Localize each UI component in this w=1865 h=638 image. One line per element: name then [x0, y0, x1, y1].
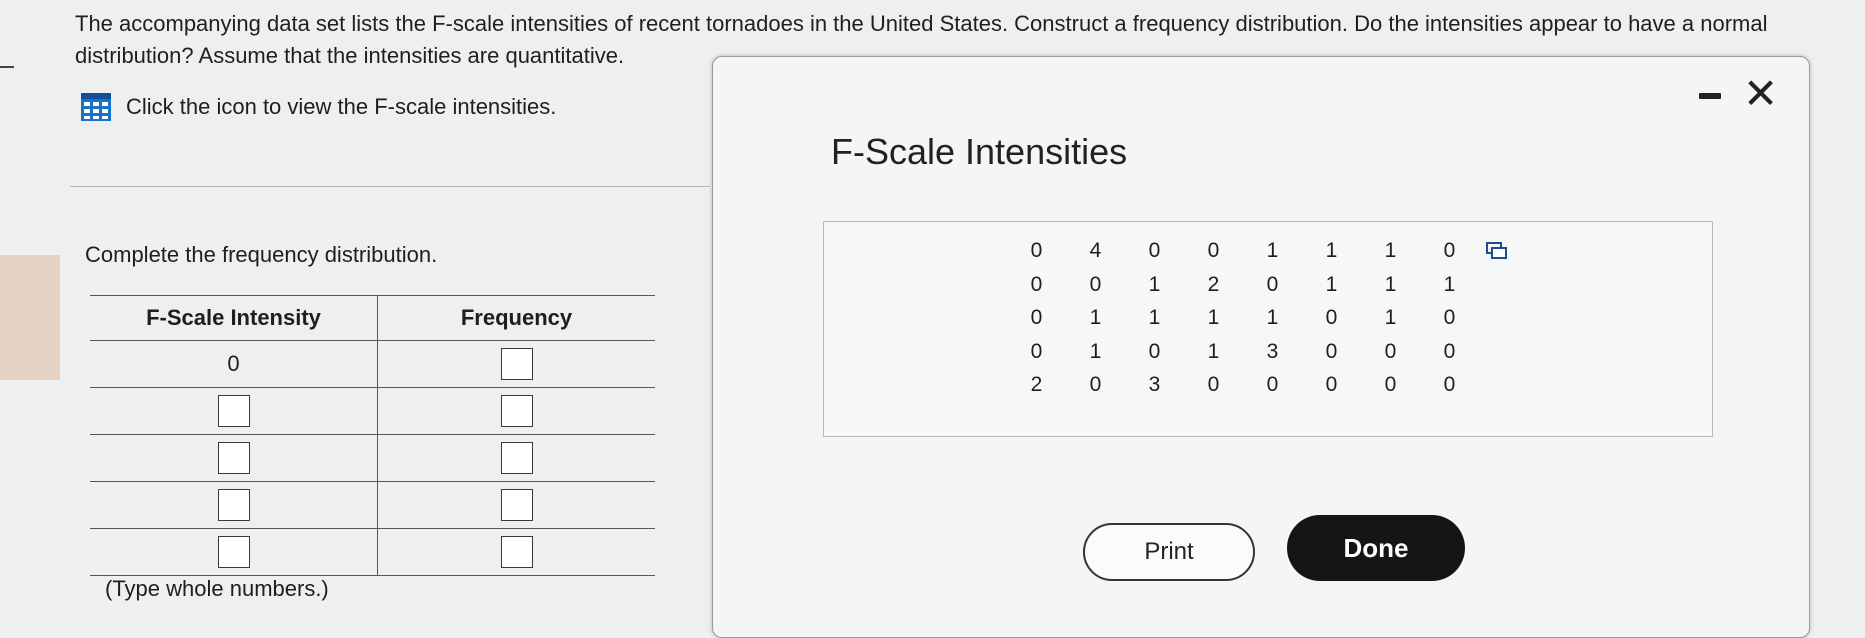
data-cell: 1: [1384, 306, 1397, 329]
data-cell: 1: [1089, 306, 1102, 329]
table-row: 0: [90, 340, 655, 388]
close-icon[interactable]: ✕: [1743, 71, 1778, 117]
input-hint: (Type whole numbers.): [105, 576, 329, 601]
data-cell: 1: [1089, 339, 1102, 363]
data-cell: 0: [1089, 272, 1102, 296]
intensity-input[interactable]: [217, 442, 250, 474]
data-grid: 0 4 0 0 1 1 1 0 0 0 1 2 0 1 1 1 0 1 1 1 1 0 1 0 0 1 0 1 3 0 0 0 2 0 3 0 0 0 0 0: [1007, 239, 1479, 407]
intensity-input[interactable]: [217, 536, 250, 568]
header-intensity: F-Scale Intensity: [90, 295, 378, 341]
data-cell: 0: [1384, 339, 1397, 363]
data-cell: 0: [1266, 272, 1279, 296]
data-cell: 2: [1207, 272, 1220, 296]
data-cell: 1: [1384, 272, 1397, 296]
data-cell: 0: [1384, 373, 1397, 396]
complete-prompt: Complete the frequency distribution.: [85, 242, 438, 267]
data-cell: 0: [1148, 339, 1161, 363]
table-row: [90, 528, 655, 576]
intensity-value: 0: [90, 340, 378, 388]
data-cell: 0: [1443, 339, 1456, 363]
section-divider: [70, 186, 710, 187]
data-cell: 0: [1089, 373, 1102, 396]
frequency-input[interactable]: [500, 395, 533, 427]
data-cell: 1: [1384, 239, 1397, 262]
data-cell: 0: [1443, 373, 1456, 396]
data-link-row[interactable]: Click the icon to view the F-scale inten…: [80, 92, 556, 122]
grid-table-icon[interactable]: [80, 92, 112, 122]
header-frequency: Frequency: [377, 295, 655, 341]
data-cell: 3: [1266, 339, 1279, 363]
data-cell: 0: [1030, 272, 1043, 296]
left-edge-rule: [0, 66, 14, 68]
frequency-input[interactable]: [500, 536, 533, 568]
modal-title: F-Scale Intensities: [831, 131, 1128, 172]
data-cell: 0: [1030, 339, 1043, 363]
intensity-input[interactable]: [217, 489, 250, 521]
data-cell: 0: [1030, 306, 1043, 329]
done-button[interactable]: Done: [1287, 515, 1465, 581]
frequency-input[interactable]: [500, 489, 533, 521]
frequency-table: F-Scale Intensity Frequency 0: [90, 295, 655, 576]
data-cell: 2: [1030, 373, 1043, 396]
data-cell: 0: [1148, 239, 1161, 262]
data-cell: 0: [1443, 306, 1456, 329]
data-cell: 0: [1325, 339, 1338, 363]
data-link-label: Click the icon to view the F-scale inten…: [126, 94, 557, 119]
data-cell: 1: [1443, 272, 1456, 296]
data-modal: ✕ F-Scale Intensities 0 4 0 0 1 1 1 0 0 0 1 2 0 1 1 1 0 1…: [712, 56, 1810, 638]
data-cell: 0: [1207, 373, 1220, 396]
data-cell: 1: [1207, 339, 1220, 363]
data-cell: 0: [1030, 239, 1043, 262]
table-row: [90, 434, 655, 482]
data-cell: 1: [1266, 239, 1279, 262]
data-cell: 1: [1325, 239, 1338, 262]
table-row: [90, 481, 655, 529]
data-cell: 0: [1266, 373, 1279, 396]
table-row: [90, 387, 655, 435]
data-cell: 0: [1443, 239, 1456, 262]
frequency-input[interactable]: [500, 348, 533, 380]
data-cell: 3: [1148, 373, 1161, 396]
data-cell: 1: [1148, 306, 1161, 329]
minimize-icon[interactable]: [1699, 93, 1721, 99]
data-cell: 4: [1089, 239, 1102, 262]
data-cell: 1: [1207, 306, 1220, 329]
data-cell: 0: [1325, 373, 1338, 396]
intensity-input[interactable]: [217, 395, 250, 427]
copy-icon[interactable]: [1486, 242, 1508, 260]
frequency-input[interactable]: [500, 442, 533, 474]
data-cell: 1: [1266, 306, 1279, 329]
data-table-box: 0 4 0 0 1 1 1 0 0 0 1 2 0 1 1 1 0 1 1 1 1 0 1 0 0 1 0 1 3 0 0 0 2 0 3 0 0 0 0 0: [823, 221, 1713, 437]
data-cell: 1: [1325, 272, 1338, 296]
data-cell: 0: [1207, 239, 1220, 262]
left-tan-strip: [0, 255, 60, 380]
print-button[interactable]: Print: [1083, 523, 1255, 581]
data-cell: 1: [1148, 272, 1161, 296]
data-cell: 0: [1325, 306, 1338, 329]
